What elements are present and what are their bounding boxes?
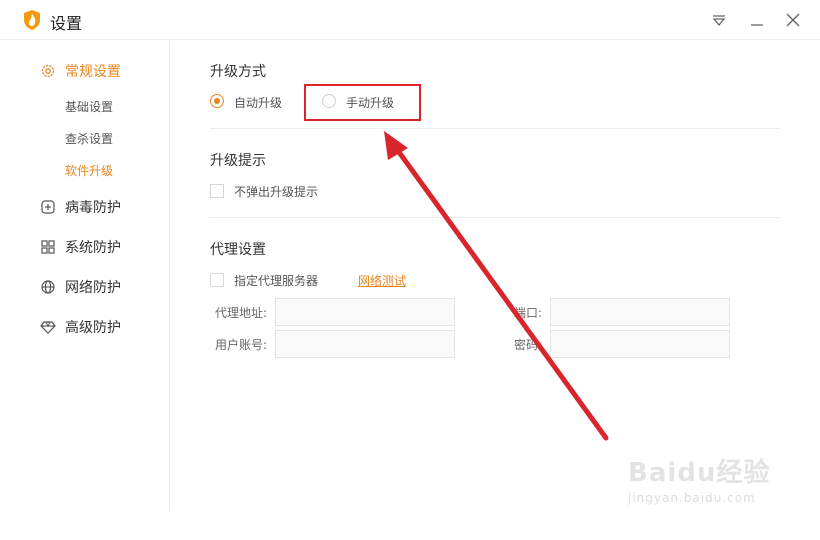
- close-icon[interactable]: [781, 8, 805, 32]
- password-input[interactable]: [550, 330, 730, 358]
- app-shield-logo-icon: [24, 10, 40, 30]
- sidebar-item-network[interactable]: 网络防护: [40, 275, 121, 299]
- annotation-highlight-box: [304, 84, 421, 121]
- sidebar-subitem-upgrade[interactable]: 软件升级: [65, 162, 113, 179]
- baidu-watermark: Baidu经验 jingyan.baidu.com: [628, 452, 778, 522]
- globe-icon: [41, 280, 55, 294]
- user-account-input[interactable]: [275, 330, 455, 358]
- sidebar-item-label: 病毒防护: [65, 200, 121, 216]
- watermark-url: jingyan.baidu.com: [628, 491, 756, 505]
- sidebar-item-general[interactable]: 常规设置: [40, 59, 121, 83]
- no-popup-checkbox[interactable]: [210, 184, 224, 198]
- upgrade-prompt-title: 升级提示: [210, 153, 266, 169]
- grid-icon: [41, 240, 55, 254]
- watermark-brand: Baidu经验: [628, 458, 771, 488]
- proxy-server-checkbox[interactable]: [210, 273, 224, 287]
- auto-upgrade-radio[interactable]: [210, 94, 224, 108]
- proxy-address-label: 代理地址:: [215, 306, 268, 320]
- diamond-icon: [40, 321, 56, 334]
- auto-upgrade-label[interactable]: 自动升级: [234, 94, 282, 111]
- proxy-address-input[interactable]: [275, 298, 455, 326]
- upgrade-mode-title: 升级方式: [210, 64, 266, 80]
- sidebar-item-label: 网络防护: [65, 280, 121, 296]
- minimize-icon[interactable]: [745, 8, 769, 32]
- sidebar-item-advanced[interactable]: 高级防护: [40, 315, 121, 339]
- network-test-link[interactable]: 网络测试: [358, 272, 406, 289]
- sidebar-item-label: 高级防护: [65, 320, 121, 336]
- section-divider: [210, 217, 780, 218]
- password-label: 密码:: [514, 338, 543, 352]
- proxy-settings-title: 代理设置: [210, 242, 266, 258]
- sidebar-item-system[interactable]: 系统防护: [40, 235, 121, 259]
- port-label: 端口:: [514, 306, 543, 320]
- window-title: 设置: [50, 14, 83, 33]
- gear-icon: [41, 64, 55, 78]
- sidebar-item-label: 常规设置: [65, 64, 121, 80]
- sidebar-item-label: 系统防护: [65, 240, 121, 256]
- sidebar-subitem-basic[interactable]: 基础设置: [65, 98, 113, 115]
- sidebar-subitem-scan[interactable]: 查杀设置: [65, 130, 113, 147]
- title-bar: 设置: [0, 0, 820, 40]
- plus-box-icon: [41, 200, 55, 214]
- no-popup-label[interactable]: 不弹出升级提示: [234, 183, 318, 200]
- sidebar-item-virus[interactable]: 病毒防护: [40, 195, 121, 219]
- port-input[interactable]: [550, 298, 730, 326]
- dropdown-menu-icon[interactable]: [707, 8, 731, 32]
- sidebar: 常规设置 基础设置 查杀设置 软件升级 病毒防护 系统防护 网络防护 高级防护: [0, 41, 170, 511]
- user-account-label: 用户账号:: [215, 338, 268, 352]
- proxy-server-label[interactable]: 指定代理服务器: [234, 272, 318, 289]
- section-divider: [210, 128, 780, 129]
